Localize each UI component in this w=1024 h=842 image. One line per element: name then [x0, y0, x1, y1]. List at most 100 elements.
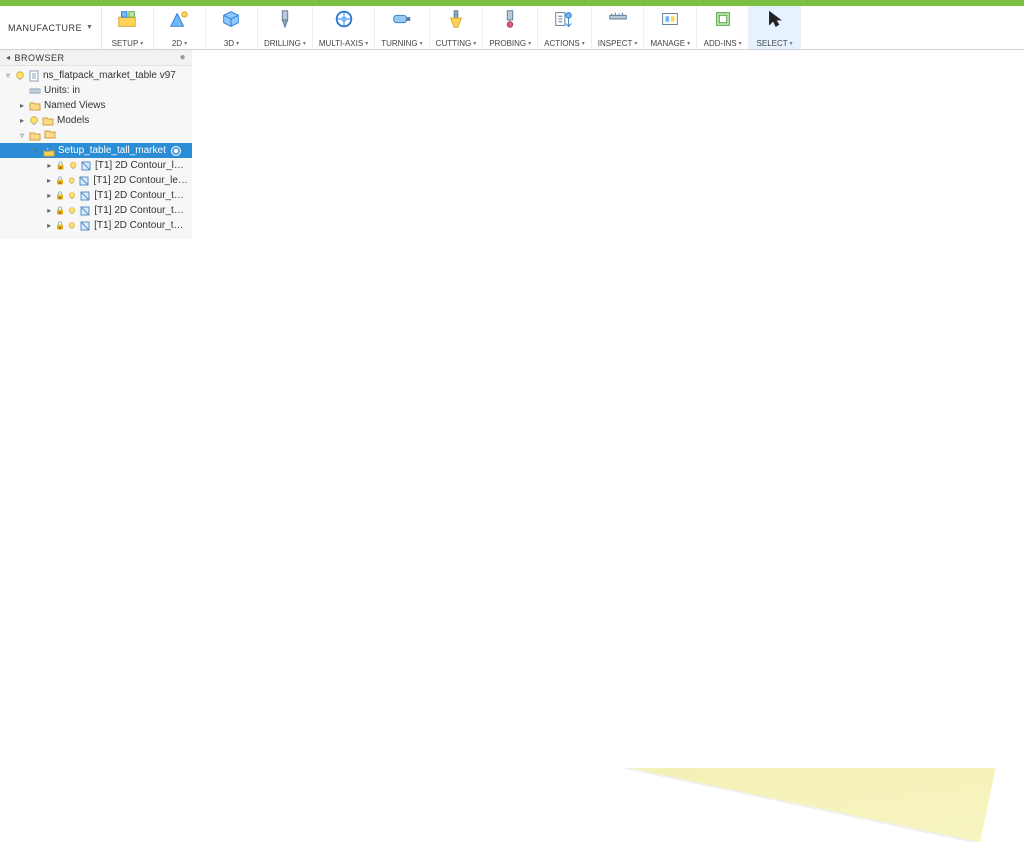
chevron-down-icon: ▾ — [634, 40, 637, 47]
active-setup-radio[interactable] — [171, 146, 181, 156]
chevron-down-icon: ▾ — [473, 40, 476, 47]
tree-node[interactable]: ▸ Named Views — [0, 98, 192, 113]
tree-node[interactable]: ▿ ns_flatpack_market_table v97 — [0, 68, 192, 83]
ribbon-2d[interactable]: 2D▾ — [154, 6, 206, 49]
ribbon-label: 2D — [172, 39, 182, 48]
node-label: ns_flatpack_market_table v97 — [43, 70, 176, 81]
tree-node[interactable]: ▸🔒[T1] 2D Contour_top_slo... — [0, 203, 192, 218]
node-type-icon — [79, 205, 91, 217]
browser-options-icon[interactable]: ● — [179, 52, 186, 63]
node-type-icon — [29, 100, 41, 112]
origin-triad[interactable]: z y x — [164, 594, 204, 634]
ribbon-label: SETUP — [112, 39, 139, 48]
ribbon-inspect[interactable]: INSPECT▾ — [592, 6, 645, 49]
expand-icon[interactable]: ▿ — [18, 131, 26, 140]
node-type-icon — [29, 130, 41, 142]
ribbon-actions[interactable]: ACTIONS▾ — [538, 6, 592, 49]
ribbon-label: INSPECT — [598, 39, 633, 48]
ribbon-select[interactable]: SELECT▾ — [749, 6, 801, 49]
actions-icon — [551, 8, 577, 30]
expand-icon[interactable]: ▸ — [46, 221, 52, 230]
node-type-icon — [79, 220, 91, 232]
turning-icon — [389, 8, 415, 30]
visibility-bulb-icon[interactable] — [15, 71, 25, 81]
expand-icon[interactable]: ▸ — [18, 101, 26, 110]
expand-icon[interactable]: ▸ — [46, 176, 52, 185]
logo-text: PEV LABS — [868, 686, 1006, 717]
expand-icon[interactable]: ▸ — [46, 206, 52, 215]
ribbon-addins[interactable]: ADD-INS▾ — [697, 6, 749, 49]
expand-icon[interactable]: ▸ — [46, 191, 52, 200]
ribbon-label: MANAGE — [650, 39, 685, 48]
inspect-icon — [605, 8, 631, 30]
node-label — [44, 128, 56, 143]
lock-icon: 🔒 — [55, 191, 65, 200]
ribbon-label: TURNING — [381, 39, 417, 48]
visibility-bulb-icon[interactable] — [69, 161, 77, 171]
expand-icon[interactable]: ▿ — [4, 71, 12, 80]
chevron-down-icon: ▼ — [86, 24, 93, 31]
ribbon-3d[interactable]: 3D▾ — [206, 6, 258, 49]
ribbon-label: ACTIONS — [544, 39, 580, 48]
ribbon-manage[interactable]: MANAGE▾ — [644, 6, 697, 49]
probing-icon — [497, 8, 523, 30]
browser-panel: ◂ BROWSER ● ▿ ns_flatpack_market_table v9… — [0, 50, 192, 239]
tree-node[interactable]: ▸🔒[T1] 2D Contour_table_tc... — [0, 218, 192, 233]
ribbon-label: 3D — [224, 39, 234, 48]
tree-node[interactable]: ▸ Models — [0, 113, 192, 128]
node-label: [T1] 2D Contour_top_slots — [94, 190, 188, 201]
visibility-bulb-icon[interactable] — [68, 206, 76, 216]
chevron-down-icon: ▾ — [420, 40, 423, 47]
select-icon — [762, 8, 788, 30]
chevron-down-icon: ▾ — [528, 40, 531, 47]
tree-node[interactable]: Units: in — [0, 83, 192, 98]
node-type-icon — [78, 175, 90, 187]
node-label: Named Views — [44, 100, 106, 111]
node-type-icon — [79, 190, 91, 202]
addins-icon — [710, 8, 736, 30]
ribbon-cutting[interactable]: CUTTING▾ — [430, 6, 484, 49]
node-type-icon — [29, 85, 41, 97]
axis-y-label: y — [198, 600, 201, 606]
workspace-switcher[interactable]: MANUFACTURE ▼ — [0, 6, 102, 49]
ribbon-multiaxis[interactable]: MULTI-AXIS▾ — [313, 6, 375, 49]
ribbon-label: CUTTING — [436, 39, 472, 48]
browser-title: BROWSER — [15, 53, 65, 63]
visibility-bulb-icon[interactable] — [68, 191, 76, 201]
ribbon-setup[interactable]: SETUP▾ — [102, 6, 154, 49]
visibility-bulb-icon[interactable] — [68, 221, 76, 231]
watermark-logo: PEV LABS Fabrication / Prototyping — [806, 664, 1006, 750]
drilling-icon — [272, 8, 298, 30]
setup-icon — [114, 8, 140, 30]
ribbon-label: ADD-INS — [704, 39, 737, 48]
node-label: Models — [57, 115, 89, 126]
visibility-bulb-icon[interactable] — [29, 116, 39, 126]
tree-node-selected[interactable]: ▿ Setup_table_tall_market — [0, 143, 192, 158]
visibility-bulb-icon[interactable] — [68, 176, 75, 186]
expand-icon[interactable]: ▸ — [46, 161, 53, 170]
chevron-down-icon: ▾ — [687, 40, 690, 47]
browser-header[interactable]: ◂ BROWSER ● — [0, 50, 192, 66]
ribbon-label: PROBING — [489, 39, 526, 48]
ribbon-label: DRILLING — [264, 39, 301, 48]
chevron-down-icon: ▾ — [365, 40, 368, 47]
ribbon-drilling[interactable]: DRILLING▾ — [258, 6, 313, 49]
expand-icon[interactable]: ▸ — [18, 116, 26, 125]
node-label: [T1] 2D Contour_top_slo... — [94, 205, 188, 216]
collapse-icon: ◂ — [6, 53, 11, 62]
node-label: [T1] 2D Contour_table_tc... — [94, 220, 188, 231]
chevron-down-icon: ▾ — [739, 40, 742, 47]
node-label: Setup_table_tall_market — [58, 145, 166, 156]
tree-node[interactable]: ▸🔒 [T1] 2D Contour_top_slots — [0, 188, 192, 203]
ribbon-toolbar: MANUFACTURE ▼ SETUP▾ 2D▾ 3D▾ DRILLING▾ M… — [0, 6, 1024, 50]
node-label: Units: in — [44, 85, 80, 96]
tree-node[interactable]: ▸🔒[T1] 2D Contour_legs_3a (2) — [0, 173, 192, 188]
tree-node[interactable]: ▸🔒[T1] 2D Contour_legs_3a — [0, 158, 192, 173]
ribbon-turning[interactable]: TURNING▾ — [375, 6, 429, 49]
ribbon-probing[interactable]: PROBING▾ — [483, 6, 538, 49]
chevron-down-icon: ▾ — [582, 40, 585, 47]
expand-icon[interactable]: ▿ — [32, 146, 40, 155]
lock-icon: 🔒 — [55, 176, 65, 185]
tree-node[interactable]: ▿ — [0, 128, 192, 143]
multiaxis-icon — [331, 8, 357, 30]
